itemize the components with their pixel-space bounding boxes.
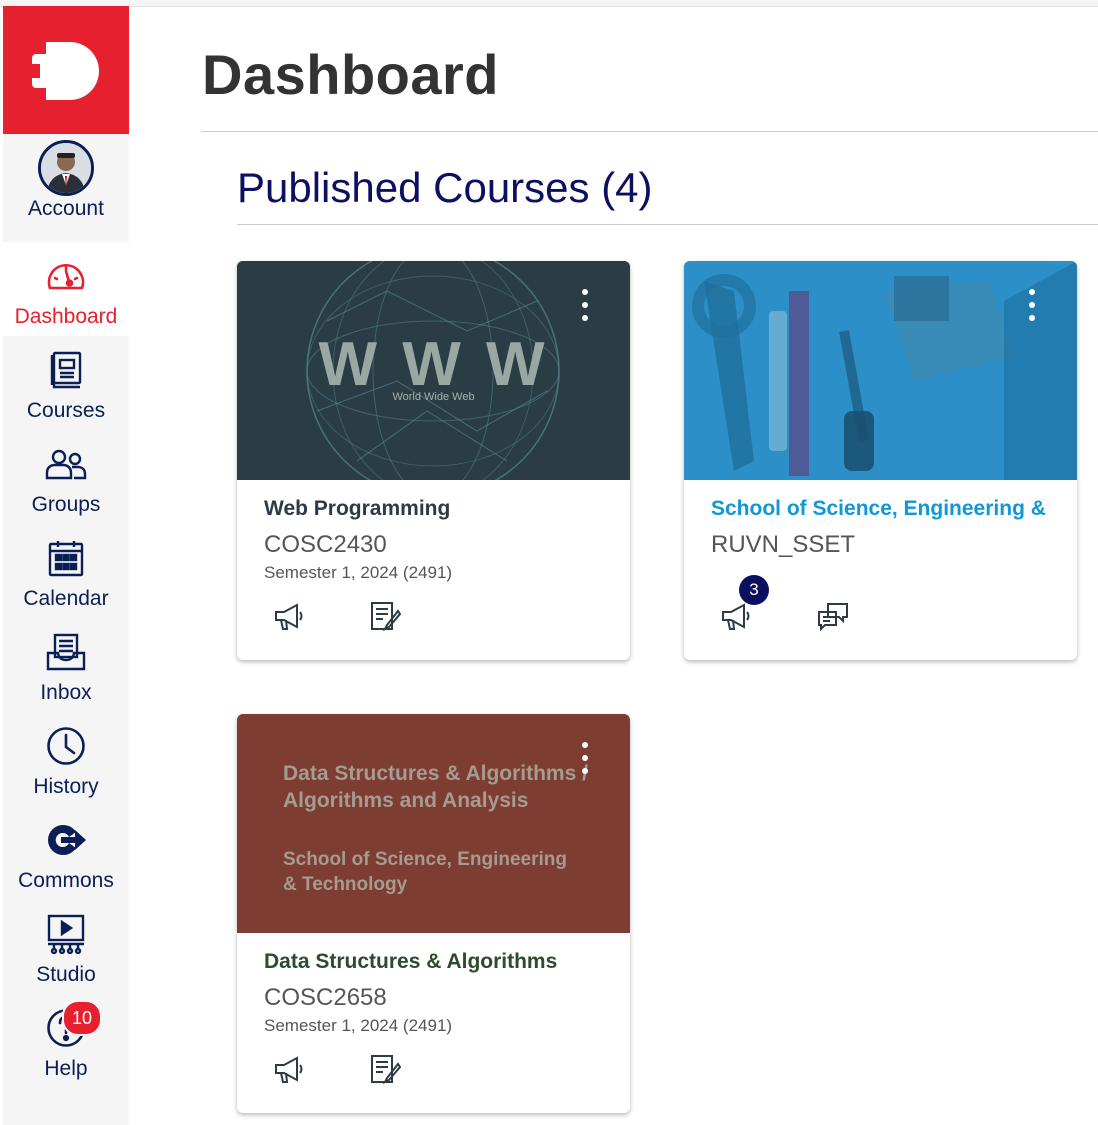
groups-icon bbox=[45, 449, 87, 480]
nav-inbox[interactable]: Inbox bbox=[3, 618, 129, 712]
section-title: Published Courses (4) bbox=[237, 164, 653, 211]
top-border bbox=[0, 0, 1098, 7]
nav-label: Groups bbox=[31, 493, 101, 516]
nav-calendar[interactable]: Calendar bbox=[3, 524, 129, 618]
nav-label: Dashboard bbox=[14, 305, 118, 328]
course-title[interactable]: School of Science, Engineering & T... bbox=[711, 497, 1051, 521]
inbox-icon bbox=[46, 633, 86, 671]
history-icon bbox=[47, 727, 85, 765]
hero-text-line: Data Structures & Algorithms / bbox=[283, 762, 588, 785]
nav-history[interactable]: History bbox=[3, 712, 129, 806]
course-term: Semester 1, 2024 (2491) bbox=[264, 1016, 453, 1035]
course-card-image[interactable] bbox=[684, 261, 1077, 480]
card-options-button[interactable] bbox=[578, 289, 592, 325]
hero-text-line: & Technology bbox=[283, 874, 408, 895]
course-card[interactable]: School of Science, Engineering & T... RU… bbox=[684, 261, 1077, 660]
header-divider bbox=[201, 131, 1098, 132]
hero-text-line: School of Science, Engineering bbox=[283, 849, 567, 870]
course-code: COSC2430 bbox=[264, 531, 387, 558]
nav-label: Account bbox=[28, 197, 104, 220]
calendar-icon bbox=[48, 541, 84, 577]
announcements-icon[interactable] bbox=[273, 1054, 307, 1084]
course-term: Semester 1, 2024 (2491) bbox=[264, 563, 453, 582]
nav-courses[interactable]: Courses bbox=[3, 336, 129, 430]
nav-label: Courses bbox=[26, 399, 106, 422]
nav-label: Commons bbox=[18, 869, 114, 892]
help-notification-badge: 10 bbox=[62, 1000, 102, 1036]
course-code: COSC2658 bbox=[264, 984, 387, 1011]
discussions-icon[interactable] bbox=[816, 601, 850, 631]
hero-subtext: World Wide Web bbox=[392, 391, 475, 403]
nav-help[interactable]: 10 Help bbox=[3, 994, 129, 1088]
page-title: Dashboard bbox=[202, 43, 499, 106]
hero-text-line: Algorithms and Analysis bbox=[283, 789, 529, 812]
nav-studio[interactable]: Studio bbox=[3, 900, 129, 994]
nav-label: Studio bbox=[36, 963, 96, 986]
tools-electronics-image bbox=[684, 261, 1077, 480]
nav-label: Help bbox=[44, 1057, 88, 1080]
card-options-button[interactable] bbox=[578, 742, 592, 778]
card-options-button[interactable] bbox=[1025, 289, 1039, 325]
courses-icon bbox=[50, 351, 82, 389]
global-navigation: Account Dashboard Courses Groups Calenda… bbox=[3, 6, 129, 1125]
assignments-icon[interactable] bbox=[369, 1054, 403, 1084]
brand-logo[interactable] bbox=[3, 6, 129, 134]
announcements-icon[interactable] bbox=[720, 601, 754, 631]
studio-icon bbox=[47, 914, 85, 954]
course-card-image[interactable]: W W W World Wide Web bbox=[237, 261, 630, 480]
avatar bbox=[38, 140, 94, 196]
nav-groups[interactable]: Groups bbox=[3, 430, 129, 524]
hero-text: W W W bbox=[318, 330, 549, 399]
course-title[interactable]: Web Programming bbox=[264, 497, 450, 521]
dashboard-icon bbox=[47, 264, 85, 290]
course-code: RUVN_SSET bbox=[711, 531, 856, 558]
brand-logo-icon bbox=[32, 42, 99, 100]
commons-icon bbox=[48, 824, 86, 856]
section-divider bbox=[237, 224, 1098, 225]
nav-commons[interactable]: Commons bbox=[3, 806, 129, 900]
course-card-image[interactable]: Data Structures & Algorithms / Algorithm… bbox=[237, 714, 630, 933]
course-card[interactable]: W W W World Wide Web Web Programming COS… bbox=[237, 261, 630, 660]
course-title[interactable]: Data Structures & Algorithms bbox=[264, 950, 557, 974]
announcements-icon[interactable] bbox=[273, 601, 307, 631]
nav-dashboard[interactable]: Dashboard bbox=[3, 242, 129, 336]
nav-label: History bbox=[33, 775, 99, 798]
nav-label: Inbox bbox=[40, 681, 92, 704]
course-card[interactable]: Data Structures & Algorithms / Algorithm… bbox=[237, 714, 630, 1113]
nav-label: Calendar bbox=[23, 587, 109, 610]
nav-account[interactable]: Account bbox=[3, 134, 129, 228]
assignments-icon[interactable] bbox=[369, 601, 403, 631]
announcement-count-badge: 3 bbox=[739, 575, 769, 605]
